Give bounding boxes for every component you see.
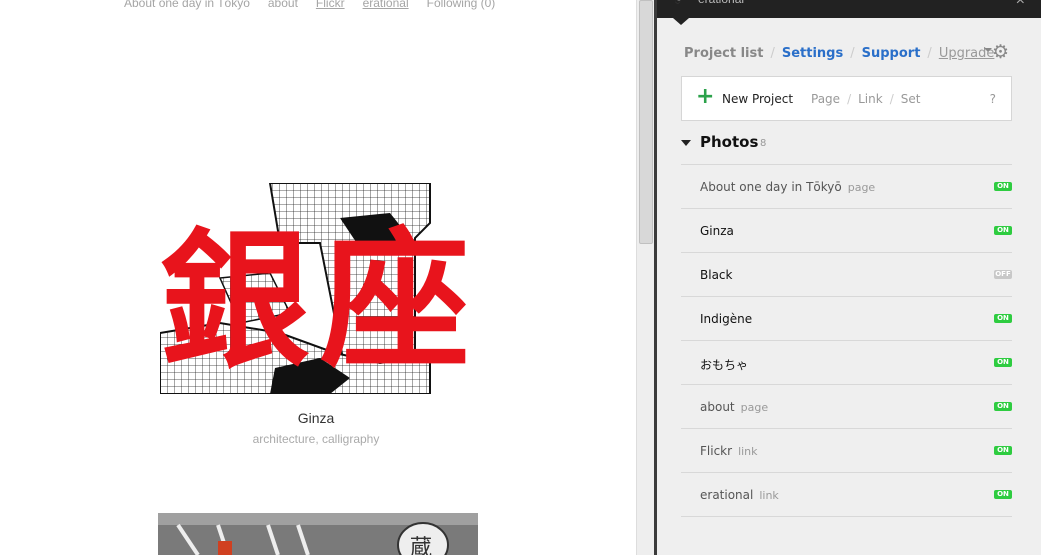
project-title-text: Indigène bbox=[700, 312, 753, 326]
project-row[interactable]: おもちゃ ON bbox=[681, 340, 1012, 384]
pin-icon[interactable]: ◔ bbox=[674, 0, 681, 7]
new-project-button[interactable]: New Project bbox=[722, 92, 793, 106]
status-toggle[interactable]: ON bbox=[994, 490, 1012, 499]
project-name[interactable]: About one day in Tōkyō page bbox=[700, 180, 875, 194]
site-nav: About one day in Tōkyō about Flickr erat… bbox=[124, 0, 513, 10]
status-toggle[interactable]: OFF bbox=[994, 270, 1012, 279]
project-kind: page bbox=[740, 401, 769, 414]
nav-link-flickr[interactable]: Flickr bbox=[316, 0, 345, 10]
nav-link-following[interactable]: Following (0) bbox=[427, 0, 496, 10]
next-project-image: 蔵 bbox=[158, 513, 478, 555]
project-title-text: about bbox=[700, 400, 735, 414]
group-name: Photos bbox=[700, 133, 759, 151]
lantern-char: 蔵 bbox=[410, 536, 432, 555]
group-count: 8 bbox=[760, 138, 767, 149]
project-row[interactable]: Black OFF bbox=[681, 252, 1012, 296]
project-title-text: erational bbox=[700, 488, 754, 502]
page-margin bbox=[1041, 0, 1058, 555]
new-set-button[interactable]: Set bbox=[901, 92, 921, 106]
project-row[interactable]: About one day in Tōkyō page ON bbox=[681, 164, 1012, 208]
project-name[interactable]: Ginza bbox=[700, 224, 734, 238]
project-name[interactable]: Indigène bbox=[700, 312, 752, 326]
new-project-bar: + New Project Page / Link / Set ? bbox=[681, 76, 1012, 121]
status-toggle[interactable]: ON bbox=[994, 358, 1012, 367]
nav-link-about[interactable]: about bbox=[268, 0, 298, 10]
hero-char-1: 銀 bbox=[160, 215, 310, 389]
new-link-button[interactable]: Link bbox=[858, 92, 883, 106]
project-row[interactable]: Indigène ON bbox=[681, 296, 1012, 340]
project-title-text: Ginza bbox=[700, 224, 734, 238]
hero-char-2: 座 bbox=[320, 215, 470, 389]
status-toggle[interactable]: ON bbox=[994, 182, 1012, 191]
chevron-down-icon[interactable] bbox=[984, 48, 992, 52]
project-name[interactable]: Flickr link bbox=[700, 444, 758, 458]
project-row[interactable]: Flickr link ON bbox=[681, 428, 1012, 472]
cms-panel: ◔ erational × Project list / Settings / … bbox=[657, 0, 1041, 555]
project-title-text: About one day in Tōkyō bbox=[700, 180, 842, 194]
status-toggle[interactable]: ON bbox=[994, 402, 1012, 411]
scrollbar[interactable] bbox=[636, 0, 655, 555]
help-button[interactable]: ? bbox=[990, 92, 996, 106]
project-kind: link bbox=[759, 489, 779, 502]
nav-link-about-tokyo[interactable]: About one day in Tōkyō bbox=[124, 0, 250, 10]
tab-project-list[interactable]: Project list bbox=[684, 46, 763, 61]
project-title-text: Flickr bbox=[700, 444, 733, 458]
status-toggle[interactable]: ON bbox=[994, 226, 1012, 235]
plus-icon[interactable]: + bbox=[696, 86, 714, 108]
gear-icon[interactable]: ⚙ bbox=[992, 43, 1009, 63]
tab-separator: / bbox=[770, 46, 775, 61]
tab-support[interactable]: Support bbox=[862, 46, 921, 61]
tab-settings[interactable]: Settings bbox=[782, 46, 843, 61]
ginza-thumbnail[interactable]: 銀 座 bbox=[159, 182, 478, 395]
status-toggle[interactable]: ON bbox=[994, 446, 1012, 455]
next-project-thumbnail[interactable]: 蔵 bbox=[158, 513, 478, 555]
panel-title: erational bbox=[698, 0, 744, 6]
project-kind: page bbox=[847, 181, 876, 194]
tab-separator: / bbox=[850, 46, 855, 61]
nav-link-erational[interactable]: erational bbox=[363, 0, 409, 10]
project-name[interactable]: Black bbox=[700, 268, 732, 282]
scrollbar-thumb[interactable] bbox=[639, 0, 653, 244]
new-page-button[interactable]: Page bbox=[811, 92, 840, 106]
ginza-image: 銀 座 bbox=[159, 182, 478, 395]
option-separator: / bbox=[847, 92, 852, 106]
project-list: About one day in Tōkyō page ON Ginza ON Black… bbox=[681, 164, 1012, 517]
project-name[interactable]: about page bbox=[700, 400, 768, 414]
project-name[interactable]: erational link bbox=[700, 488, 779, 502]
project-title[interactable]: Ginza bbox=[160, 410, 472, 426]
project-tags: architecture, calligraphy bbox=[252, 432, 380, 446]
header-notch bbox=[673, 18, 689, 25]
project-kind: link bbox=[738, 445, 758, 458]
new-item-options: Page / Link / Set bbox=[811, 92, 920, 106]
close-icon[interactable]: × bbox=[1016, 0, 1025, 10]
option-separator: / bbox=[889, 92, 894, 106]
collapse-triangle-icon[interactable] bbox=[681, 140, 691, 146]
panel-tabs: Project list / Settings / Support / Upgr… bbox=[684, 46, 994, 61]
status-toggle[interactable]: ON bbox=[994, 314, 1012, 323]
project-row[interactable]: Ginza ON bbox=[681, 208, 1012, 252]
project-title-text: おもちゃ bbox=[700, 358, 749, 372]
project-row[interactable]: erational link ON bbox=[681, 472, 1012, 517]
site-preview: About one day in Tōkyō about Flickr erat… bbox=[0, 0, 636, 555]
tab-separator: / bbox=[927, 46, 932, 61]
project-title-text: Black bbox=[700, 268, 733, 282]
project-name[interactable]: おもちゃ bbox=[700, 356, 748, 373]
project-row[interactable]: about page ON bbox=[681, 384, 1012, 428]
panel-header: ◔ erational × bbox=[657, 0, 1041, 18]
